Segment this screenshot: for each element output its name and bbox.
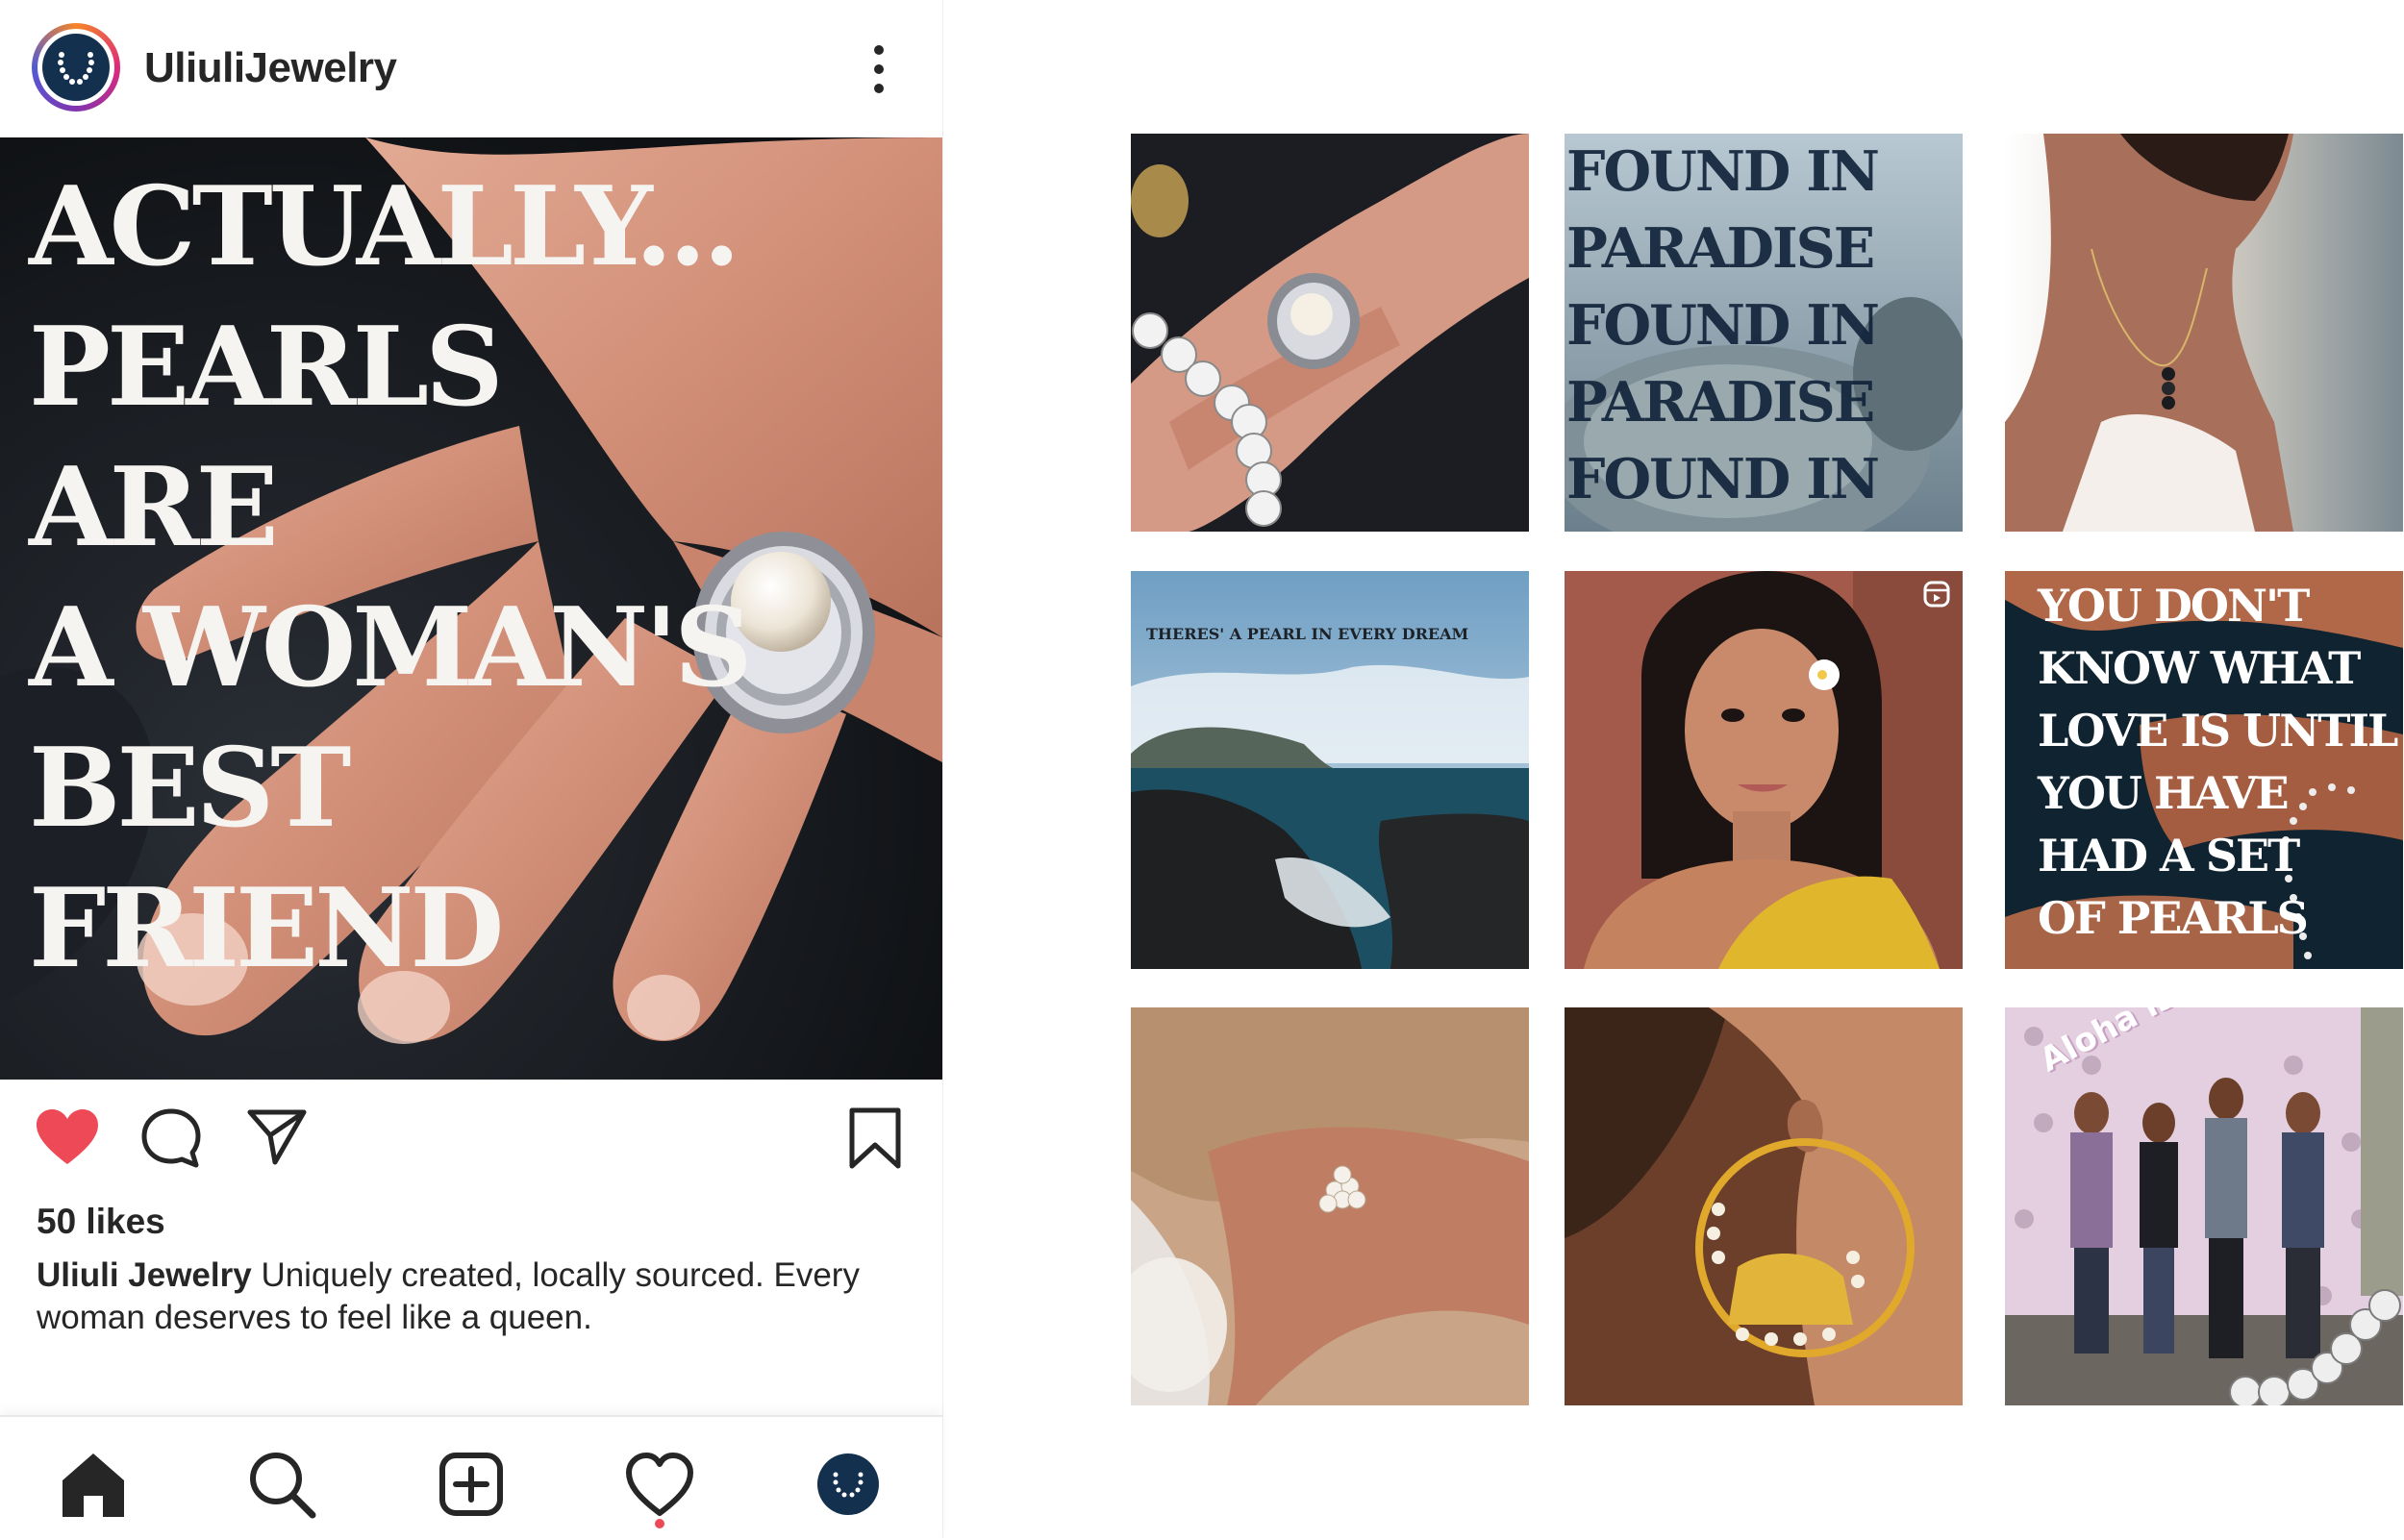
black-pearl-necklace-photo <box>2005 134 2403 532</box>
post-caption: Uliuli Jewelry Uniquely created, locally… <box>37 1254 902 1339</box>
grid-tile-4[interactable]: THERES' A PEARL IN EVERY DREAM <box>1131 571 1529 969</box>
home-icon[interactable] <box>55 1446 132 1523</box>
grid-tile-9[interactable]: Aloha is Love <box>2005 1007 2403 1405</box>
woman-portrait-photo <box>1565 571 1963 969</box>
heart-icon[interactable] <box>35 1108 100 1171</box>
grid-tile-2[interactable]: FOUND IN PARADISE FOUND IN PARADISE FOUN… <box>1565 134 1963 532</box>
pearl-ring-sea-foam-photo <box>1131 1007 1529 1405</box>
grid-tile-3[interactable] <box>2005 134 2403 532</box>
pearl-ring-hand-photo <box>1131 134 1529 532</box>
grid-tile-7[interactable] <box>1131 1007 1529 1405</box>
likes-count[interactable]: 50 likes <box>37 1202 165 1242</box>
reel-icon <box>1923 581 1950 608</box>
grid-tile-6[interactable]: YOU DON'T KNOW WHAT LOVE IS UNTIL YOU HA… <box>2005 571 2403 969</box>
account-username[interactable]: UliuliJewelry <box>144 44 397 92</box>
profile-avatar-icon[interactable] <box>810 1446 887 1523</box>
pearl-in-every-dream-text: THERES' A PEARL IN EVERY DREAM <box>1146 625 1469 643</box>
instagram-post-screen: UliuliJewelry ACTUALLY... PEARLS ARE A W… <box>0 0 943 1540</box>
post-image[interactable]: ACTUALLY... PEARLS ARE A WOMAN'S BEST FR… <box>0 137 942 1080</box>
bookmark-icon[interactable] <box>848 1106 902 1175</box>
create-post-icon[interactable] <box>433 1446 510 1523</box>
account-avatar[interactable] <box>32 23 120 112</box>
caption-username[interactable]: Uliuli Jewelry <box>37 1256 252 1294</box>
bottom-navigation-bar <box>0 1415 942 1540</box>
share-icon[interactable] <box>246 1108 308 1171</box>
pearl-hoop-earring-photo <box>1565 1007 1963 1405</box>
grid-tile-1[interactable] <box>1131 134 1529 532</box>
pearl-necklace-logo-icon <box>42 34 110 101</box>
grid-tile-8[interactable] <box>1565 1007 1963 1405</box>
post-header: UliuliJewelry <box>0 0 942 137</box>
grid-tile-5[interactable] <box>1565 571 1963 969</box>
post-headline-text: ACTUALLY... PEARLS ARE A WOMAN'S BEST FR… <box>29 162 753 992</box>
post-actions-bar <box>0 1080 942 1195</box>
activity-heart-icon[interactable] <box>621 1446 698 1523</box>
search-icon[interactable] <box>243 1446 320 1523</box>
found-in-paradise-text: FOUND IN PARADISE FOUND IN PARADISE FOUN… <box>1566 139 1880 511</box>
love-pearls-quote-text: YOU DON'T KNOW WHAT LOVE IS UNTIL YOU HA… <box>2038 580 2398 944</box>
more-options-icon[interactable] <box>862 40 896 98</box>
activity-notification-dot <box>655 1519 664 1528</box>
comment-icon[interactable] <box>140 1107 202 1174</box>
